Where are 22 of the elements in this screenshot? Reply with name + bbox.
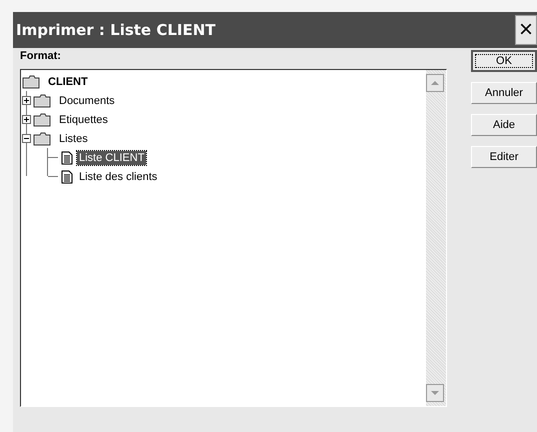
- dialog-button[interactable]: Annuler: [471, 82, 537, 104]
- tree-item[interactable]: Liste CLIENT: [77, 150, 146, 164]
- dialog-button[interactable]: OK: [471, 50, 537, 72]
- window-title: Imprimer : Liste CLIENT: [16, 21, 216, 39]
- folder-icon: [33, 94, 51, 108]
- tree-item[interactable]: Listes: [57, 132, 90, 146]
- folder-icon: [33, 132, 51, 146]
- dialog-button[interactable]: Aide: [471, 114, 537, 136]
- tree-item[interactable]: Liste des clients: [77, 170, 160, 184]
- document-icon: [61, 170, 73, 184]
- tree-item[interactable]: CLIENT: [46, 74, 90, 88]
- folder-icon: [33, 112, 51, 126]
- close-button[interactable]: ×: [515, 15, 537, 45]
- folder-icon: [22, 74, 40, 88]
- expand-icon[interactable]: [22, 96, 31, 105]
- format-label: Format:: [20, 50, 62, 63]
- document-icon: [61, 150, 73, 164]
- tree-item[interactable]: Documents: [57, 94, 117, 108]
- tree-item[interactable]: Etiquettes: [57, 112, 110, 126]
- dialog-button[interactable]: Editer: [471, 146, 537, 168]
- expand-icon[interactable]: [22, 115, 31, 124]
- collapse-icon[interactable]: [22, 134, 31, 143]
